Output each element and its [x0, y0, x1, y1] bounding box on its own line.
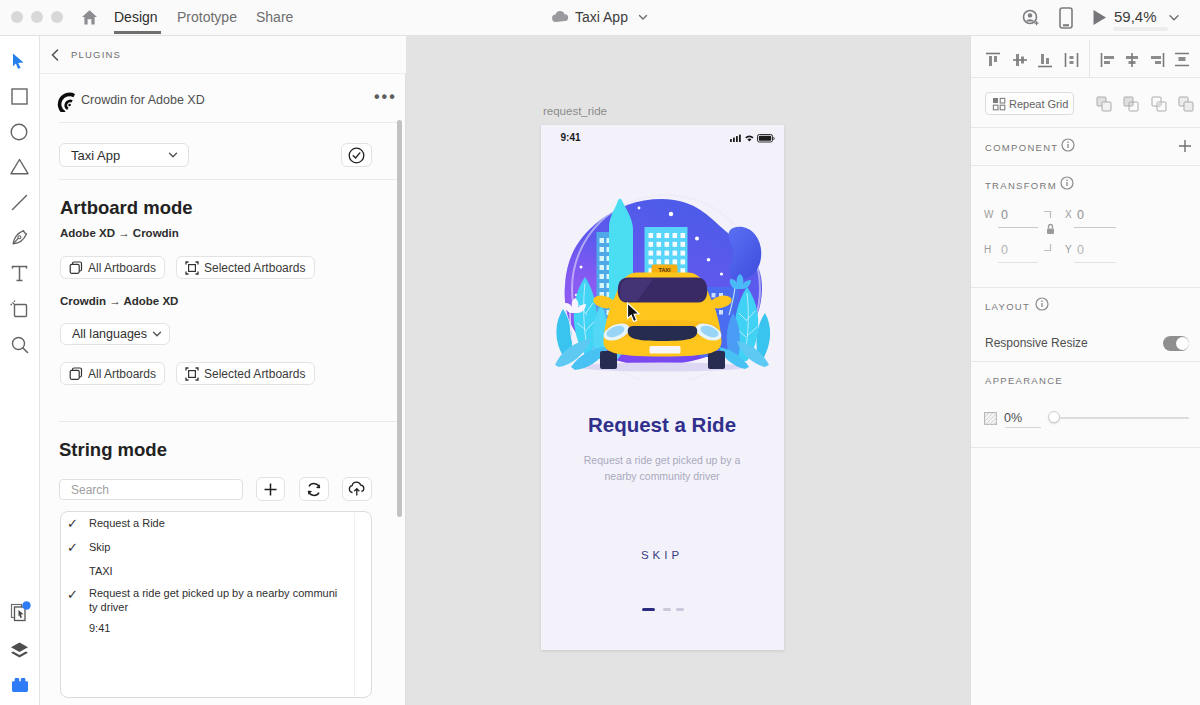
svg-text:TAXI: TAXI [658, 267, 671, 273]
